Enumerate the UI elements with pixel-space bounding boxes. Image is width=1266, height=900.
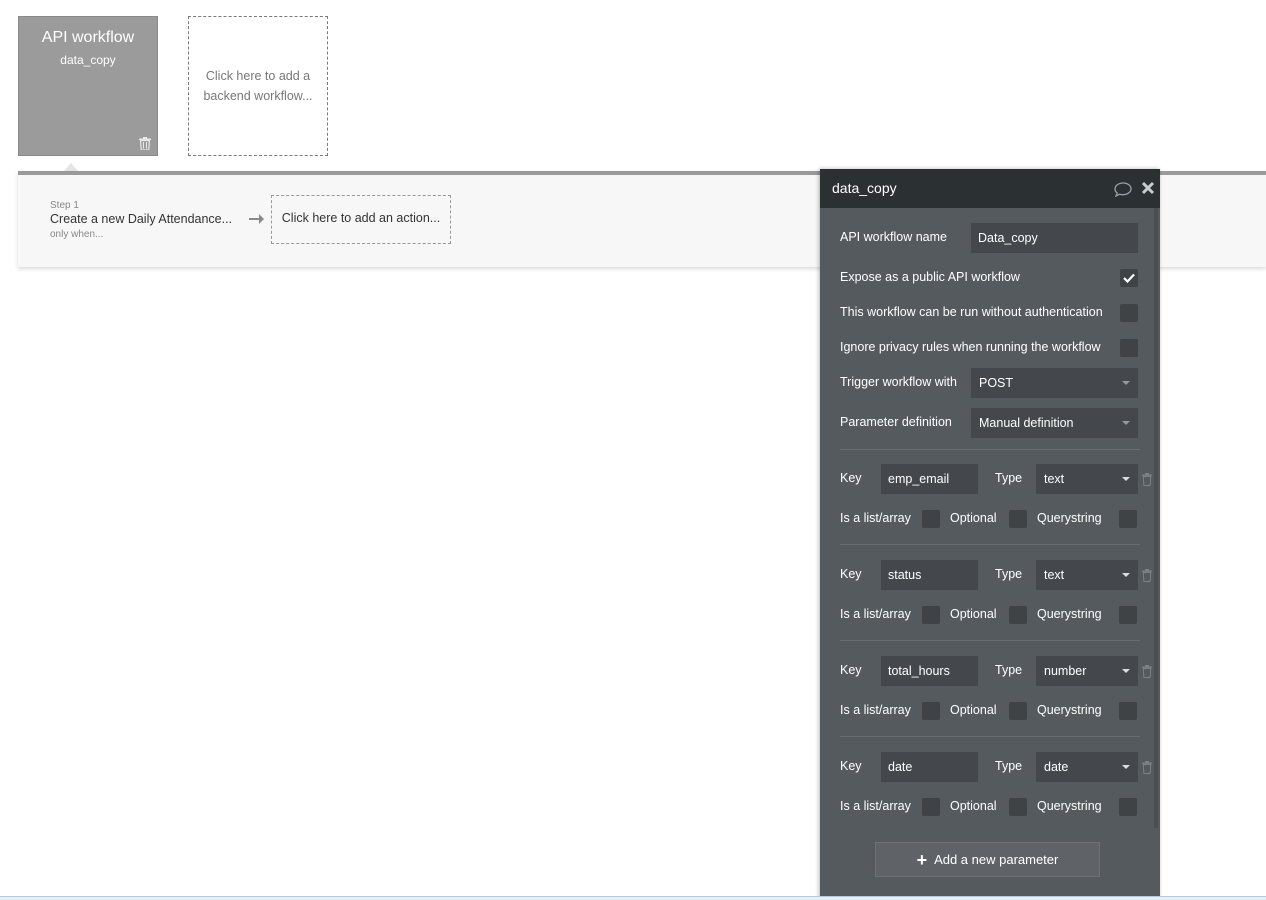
trash-icon[interactable] [139,137,151,150]
is-list-label: Is a list/array [840,607,911,621]
chevron-down-icon [1122,477,1130,481]
trash-icon[interactable] [1142,473,1152,486]
param-type-value: date [1044,760,1069,774]
trigger-method-select[interactable]: POST [971,368,1138,398]
window-bottom-border [0,896,1266,900]
param-type-value: text [1044,472,1065,486]
step-condition: only when... [50,229,104,240]
param-type-label: Type [995,663,1023,677]
querystring-checkbox[interactable] [1119,510,1137,528]
divider [840,736,1140,737]
workflow-card-subtitle: data_copy [60,53,116,67]
querystring-checkbox[interactable] [1119,798,1137,816]
is-list-label: Is a list/array [840,511,911,525]
trash-icon[interactable] [1142,761,1152,774]
arrow-right-icon [249,214,264,224]
card-pointer [64,163,78,171]
is-list-checkbox[interactable] [922,798,940,816]
step-1[interactable]: Step 1 Create a new Daily Attendance... … [50,200,232,240]
param-key-label: Key [840,471,862,485]
expose-public-label: Expose as a public API workflow [840,270,1020,284]
check-icon [1123,273,1135,283]
param-type-select[interactable]: date [1036,752,1138,782]
param-type-select[interactable]: number [1036,656,1138,686]
is-list-label: Is a list/array [840,703,911,717]
optional-label: Optional [950,607,997,621]
trash-icon[interactable] [1142,665,1152,678]
trigger-method-value: POST [979,376,1014,390]
param-definition-select[interactable]: Manual definition [971,408,1138,438]
chevron-down-icon [1122,669,1130,673]
param-definition-value: Manual definition [979,416,1074,430]
querystring-checkbox[interactable] [1119,606,1137,624]
chevron-down-icon [1122,421,1130,425]
optional-checkbox[interactable] [1009,606,1027,624]
step-action: Create a new Daily Attendance... [50,212,233,226]
is-list-checkbox[interactable] [922,510,940,528]
param-type-label: Type [995,759,1023,773]
chevron-down-icon [1122,573,1130,577]
divider [840,544,1140,545]
panel-header: data_copy [820,169,1160,208]
querystring-label: Querystring [1037,703,1102,717]
querystring-label: Querystring [1037,799,1102,813]
param-key-label: Key [840,663,862,677]
expose-public-checkbox[interactable] [1120,269,1138,287]
panel-scrollbar[interactable] [1154,208,1158,828]
param-key-label: Key [840,759,862,773]
optional-label: Optional [950,511,997,525]
optional-label: Optional [950,703,997,717]
param-key-label: Key [840,567,862,581]
divider [840,640,1140,641]
comment-icon[interactable] [1114,182,1132,197]
is-list-checkbox[interactable] [922,702,940,720]
trigger-label: Trigger workflow with [840,375,957,389]
is-list-checkbox[interactable] [922,606,940,624]
param-key-input[interactable]: status [881,560,978,590]
ignore-privacy-checkbox[interactable] [1120,339,1138,357]
param-key-input[interactable]: emp_email [881,464,978,494]
panel-title: data_copy [832,180,897,196]
chevron-down-icon [1122,381,1130,385]
workflow-card-title: API workflow [41,29,135,46]
optional-checkbox[interactable] [1009,510,1027,528]
optional-label: Optional [950,799,997,813]
chevron-down-icon [1122,765,1130,769]
param-type-value: number [1044,664,1087,678]
add-action-button[interactable]: Click here to add an action... [271,195,451,244]
add-parameter-button[interactable]: + Add a new parameter [875,842,1100,877]
param-key-input[interactable]: date [881,752,978,782]
param-type-label: Type [995,471,1023,485]
no-auth-label: This workflow can be run without authent… [840,305,1103,319]
param-type-select[interactable]: text [1036,560,1138,590]
step-number: Step 1 [50,200,79,211]
querystring-checkbox[interactable] [1119,702,1137,720]
close-icon[interactable] [1141,181,1155,195]
querystring-label: Querystring [1037,511,1102,525]
plus-icon: + [916,850,928,870]
param-key-input[interactable]: total_hours [881,656,978,686]
param-type-value: text [1044,568,1065,582]
optional-checkbox[interactable] [1009,798,1027,816]
trash-icon[interactable] [1142,569,1152,582]
no-auth-checkbox[interactable] [1120,304,1138,322]
param-type-label: Type [995,567,1023,581]
param-definition-label: Parameter definition [840,415,952,429]
api-workflow-card[interactable]: API workflow data_copy [18,16,158,156]
workflow-name-input[interactable]: Data_copy [971,223,1138,253]
querystring-label: Querystring [1037,607,1102,621]
param-type-select[interactable]: text [1036,464,1138,494]
optional-checkbox[interactable] [1009,702,1027,720]
is-list-label: Is a list/array [840,799,911,813]
workflow-name-label: API workflow name [840,230,947,244]
divider [840,449,1140,450]
property-editor-panel: data_copy API workflow name Data_copy Ex… [820,169,1160,900]
add-backend-workflow-button[interactable]: Click here to add a backend workflow... [188,16,328,156]
ignore-privacy-label: Ignore privacy rules when running the wo… [840,340,1101,354]
add-parameter-label: Add a new parameter [934,852,1059,867]
